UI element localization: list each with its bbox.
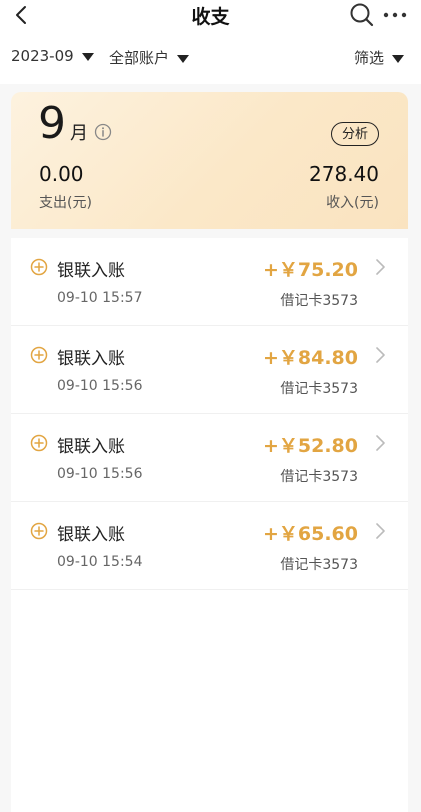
transaction-time: 09-10 15:54 <box>57 554 143 570</box>
income-plus-icon <box>30 346 48 364</box>
list-item[interactable]: 银联入账 09-10 15:57 +￥75.20 借记卡3573 <box>11 238 408 326</box>
more-dots-icon <box>383 12 407 18</box>
filter-row: 2023-09 全部账户 筛选 <box>0 34 421 84</box>
transaction-card: 借记卡3573 <box>280 293 358 309</box>
filter-dropdown[interactable]: 筛选 <box>354 47 405 68</box>
transaction-title: 银联入账 <box>57 261 125 281</box>
list-item[interactable]: 银联入账 09-10 15:56 +￥84.80 借记卡3573 <box>11 326 408 414</box>
page: 收支 2023-09 全部账户 筛选 9 月 分析 0.00 支出(元) 278… <box>0 0 421 812</box>
analyze-button[interactable]: 分析 <box>331 122 379 146</box>
transaction-amount: +￥75.20 <box>262 259 358 281</box>
list-item[interactable]: 银联入账 09-10 15:56 +￥52.80 借记卡3573 <box>11 414 408 502</box>
chevron-right-icon <box>376 347 385 363</box>
transaction-amount: +￥52.80 <box>262 435 358 457</box>
more-button[interactable] <box>381 2 409 28</box>
chevron-right-icon <box>376 435 385 451</box>
transaction-amount: +￥65.60 <box>262 523 358 545</box>
month-number: 9 <box>38 98 66 149</box>
income-label: 收入(元) <box>326 195 379 211</box>
expense-label: 支出(元) <box>39 195 92 211</box>
transaction-time: 09-10 15:56 <box>57 466 143 482</box>
back-button[interactable] <box>8 2 34 28</box>
transaction-card: 借记卡3573 <box>280 469 358 485</box>
chevron-right-icon <box>376 259 385 275</box>
transaction-time: 09-10 15:57 <box>57 290 143 306</box>
income-plus-icon <box>30 258 48 276</box>
chevron-right-icon <box>376 523 385 539</box>
caret-down-icon <box>392 54 405 63</box>
top-bar: 收支 <box>0 0 421 34</box>
date-filter[interactable]: 2023-09 <box>11 47 94 65</box>
expense-value: 0.00 <box>39 162 84 186</box>
transaction-list: 银联入账 09-10 15:57 +￥75.20 借记卡3573 银联入账 09… <box>11 238 408 590</box>
search-icon <box>350 3 374 27</box>
search-button[interactable] <box>349 2 375 28</box>
caret-down-icon <box>177 54 190 63</box>
transaction-title: 银联入账 <box>57 349 125 369</box>
income-plus-icon <box>30 522 48 540</box>
date-filter-label: 2023-09 <box>11 47 74 65</box>
transaction-title: 银联入账 <box>57 437 125 457</box>
monthly-summary-card: 9 月 分析 0.00 支出(元) 278.40 收入(元) <box>11 92 408 229</box>
transaction-card: 借记卡3573 <box>280 557 358 573</box>
empty-list-area <box>11 590 408 812</box>
income-value: 278.40 <box>309 162 379 186</box>
income-plus-icon <box>30 434 48 452</box>
caret-down-icon <box>81 53 94 61</box>
transaction-title: 银联入账 <box>57 525 125 545</box>
transaction-amount: +￥84.80 <box>262 347 358 369</box>
transaction-card: 借记卡3573 <box>280 381 358 397</box>
account-filter-label: 全部账户 <box>109 49 170 67</box>
chevron-left-icon <box>16 6 26 24</box>
transaction-time: 09-10 15:56 <box>57 378 143 394</box>
info-icon[interactable] <box>94 123 112 141</box>
filter-label: 筛选 <box>354 49 385 67</box>
month-unit: 月 <box>70 123 88 144</box>
account-filter[interactable]: 全部账户 <box>109 47 190 68</box>
list-item[interactable]: 银联入账 09-10 15:54 +￥65.60 借记卡3573 <box>11 502 408 590</box>
